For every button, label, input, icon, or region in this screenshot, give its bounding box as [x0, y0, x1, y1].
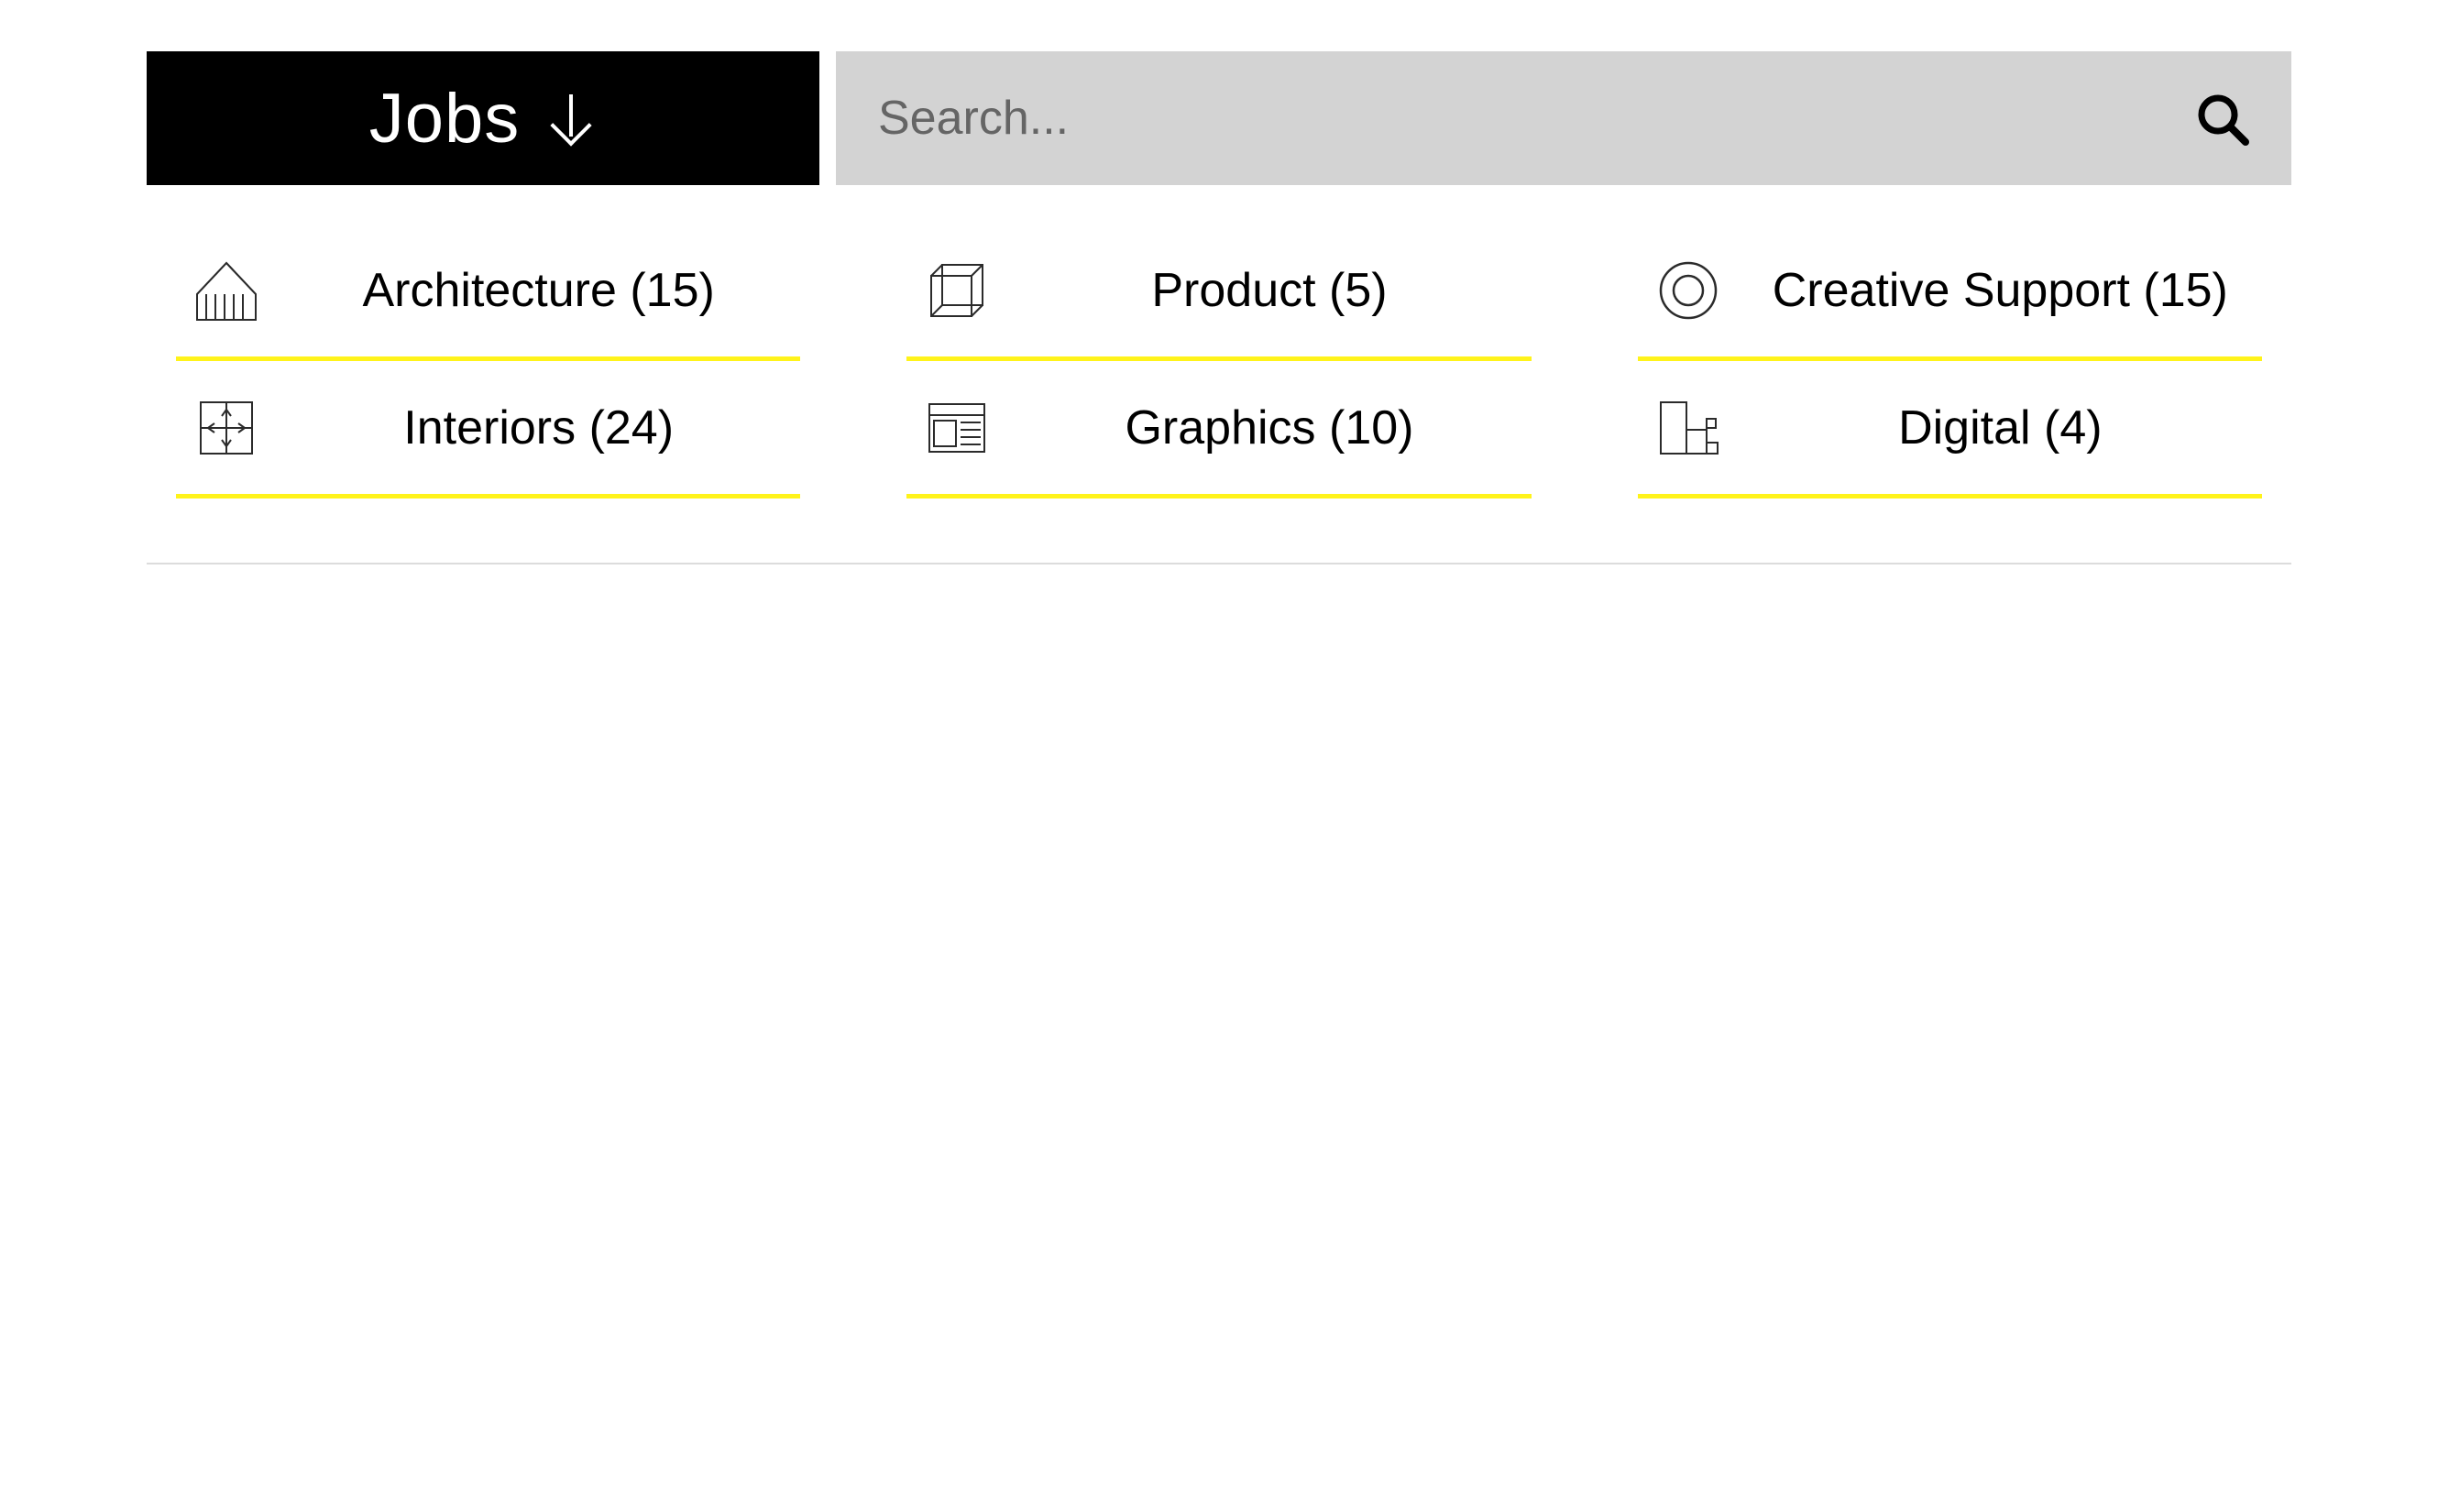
search-bar — [836, 51, 2291, 185]
category-label: Creative Support (15) — [1739, 263, 2262, 318]
category-label: Digital (4) — [1739, 400, 2262, 455]
category-label: Graphics (10) — [1007, 400, 1531, 455]
graphics-icon — [906, 391, 1007, 465]
search-icon[interactable] — [2194, 91, 2249, 146]
category-graphics[interactable]: Graphics (10) — [906, 361, 1531, 499]
interiors-icon — [176, 391, 277, 465]
category-grid: Architecture (15) Product (5) Creative S… — [147, 224, 2291, 499]
header-bar: Jobs — [147, 51, 2291, 185]
category-creative-support[interactable]: Creative Support (15) — [1638, 224, 2262, 361]
category-interiors[interactable]: Interiors (24) — [176, 361, 800, 499]
category-label: Product (5) — [1007, 263, 1531, 318]
jobs-dropdown-button[interactable]: Jobs — [147, 51, 819, 185]
category-label: Architecture (15) — [277, 263, 800, 318]
product-icon — [906, 254, 1007, 327]
search-input[interactable] — [878, 91, 2194, 146]
category-digital[interactable]: Digital (4) — [1638, 361, 2262, 499]
jobs-label: Jobs — [369, 79, 521, 159]
category-architecture[interactable]: Architecture (15) — [176, 224, 800, 361]
section-divider — [147, 563, 2291, 564]
architecture-icon — [176, 254, 277, 327]
creative-support-icon — [1638, 254, 1739, 327]
category-label: Interiors (24) — [277, 400, 800, 455]
digital-icon — [1638, 391, 1739, 465]
down-arrow-icon — [545, 91, 597, 146]
category-product[interactable]: Product (5) — [906, 224, 1531, 361]
